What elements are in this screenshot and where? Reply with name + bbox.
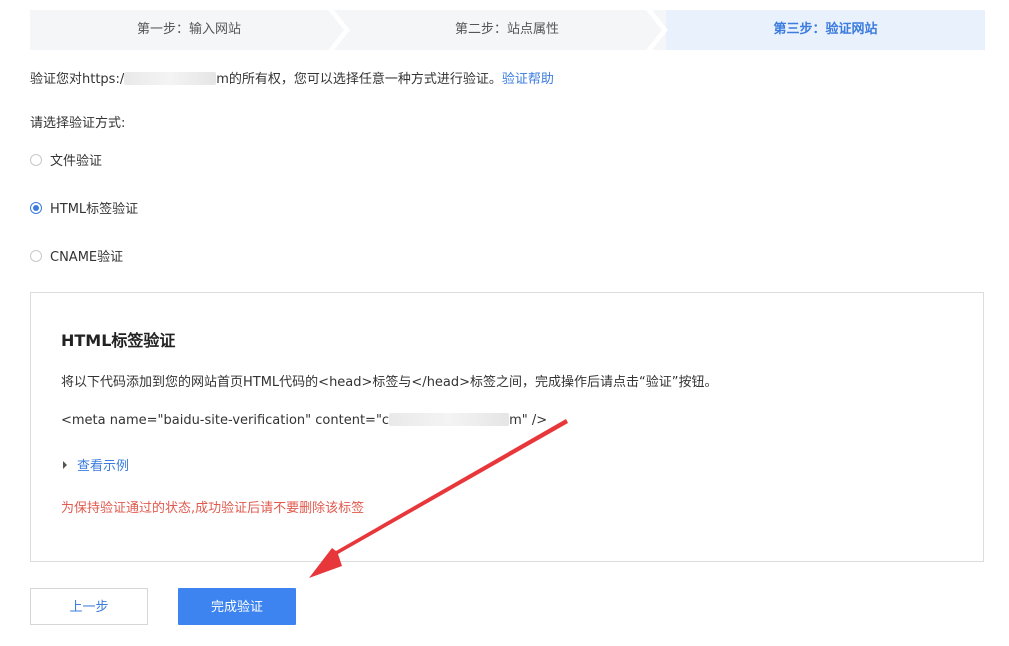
redacted-domain [124,72,217,85]
step-2: 第二步：站点属性 [348,10,668,50]
radio-checked-icon[interactable] [30,201,42,214]
method-label-file: 文件验证 [50,154,103,169]
method-prompt: 请选择验证方式: [30,116,126,131]
code-suffix: m" /> [509,413,548,428]
intro-prefix: 验证您对https:/ [30,72,125,87]
step-3-active: 第三步：验证网站 [666,10,985,50]
method-label-html-tag: HTML标签验证 [50,202,139,217]
step-separator-chevron [646,10,668,50]
redacted-code [389,413,510,426]
radio-icon[interactable] [30,153,42,166]
radio-icon[interactable] [30,249,42,262]
panel-description: 将以下代码添加到您的网站首页HTML代码的<head>标签与</head>标签之… [61,375,718,390]
ownership-intro: 验证您对https:/ m的所有权，您可以选择任意一种方式进行验证。验证帮助 [30,68,554,87]
step-1-label: 第一步：输入网站 [136,22,241,37]
intro-suffix: m的所有权，您可以选择任意一种方式进行验证。 [216,72,502,87]
step-2-label: 第二步：站点属性 [454,22,559,37]
step-1: 第一步：输入网站 [30,10,350,50]
method-label-cname: CNAME验证 [50,250,124,265]
code-prefix: <meta name="baidu-site-verification" con… [61,413,390,428]
previous-step-button[interactable]: 上一步 [30,588,148,625]
method-option-html-tag[interactable]: HTML标签验证 [30,198,138,217]
view-example-toggle[interactable]: 查看示例 [63,455,129,474]
method-option-cname[interactable]: CNAME验证 [30,246,123,265]
meta-tag-code: <meta name="baidu-site-verification" con… [61,413,547,428]
step-3-label: 第三步：验证网站 [773,22,878,37]
method-option-file[interactable]: 文件验证 [30,150,102,169]
html-tag-panel: HTML标签验证 将以下代码添加到您的网站首页HTML代码的<head>标签与<… [30,292,984,562]
step-progress-bar: 第一步：输入网站 第二步：站点属性 第三步：验证网站 [30,10,985,50]
caret-right-icon [63,460,67,469]
view-example-link[interactable]: 查看示例 [77,455,129,474]
panel-title: HTML标签验证 [61,331,176,350]
verification-help-link[interactable]: 验证帮助 [502,72,554,87]
step-separator-chevron [328,10,350,50]
complete-verification-button[interactable]: 完成验证 [178,588,296,625]
keep-tag-warning: 为保持验证通过的状态,成功验证后请不要删除该标签 [61,501,365,516]
